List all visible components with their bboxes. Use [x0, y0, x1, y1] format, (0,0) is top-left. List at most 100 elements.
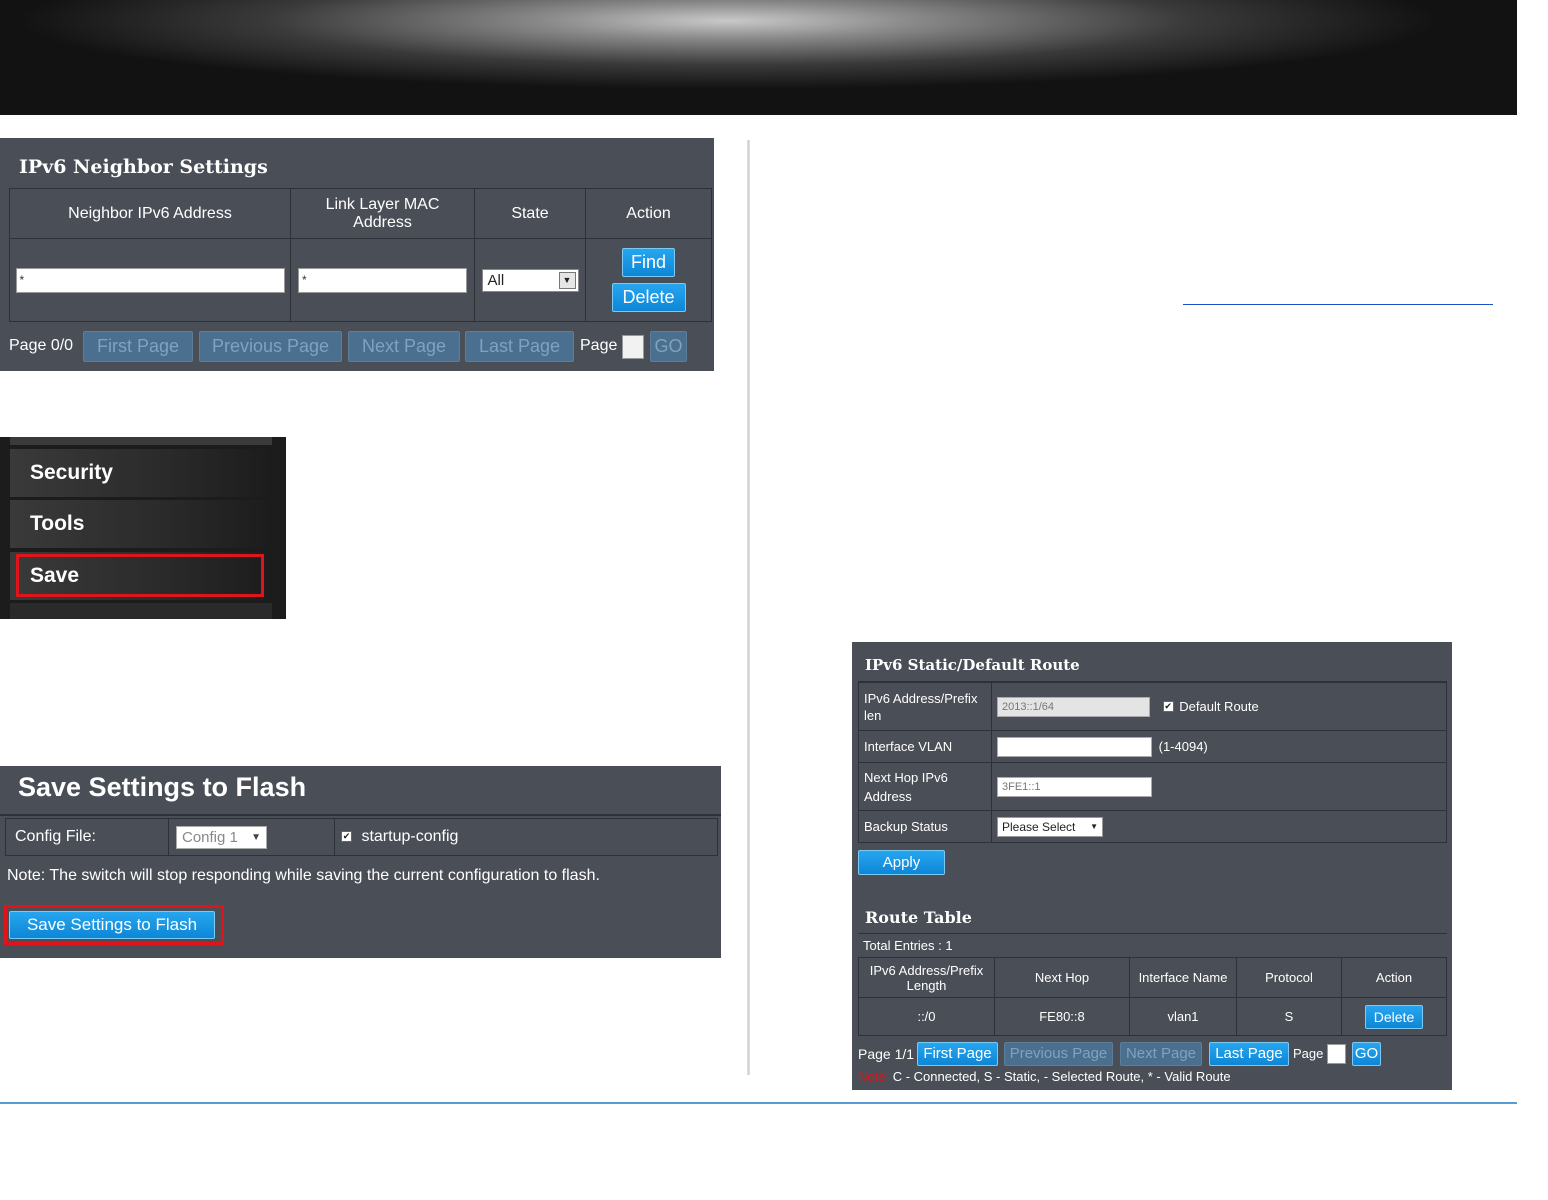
save-panel-title: Save Settings to Flash: [18, 772, 307, 802]
page-label: Page: [580, 337, 618, 354]
col-protocol: Protocol: [1236, 957, 1342, 998]
row-prefix: ::/0: [858, 997, 995, 1036]
config-file-label: Config File:: [5, 818, 169, 856]
vlan-cell: (1-4094): [991, 730, 1447, 763]
footer-rule: [0, 1102, 1517, 1104]
col-state: State: [474, 188, 586, 239]
page-number-input[interactable]: [622, 335, 644, 359]
cell-ipv6-input: *: [9, 238, 291, 322]
config-file-cell: Config 1 ▼: [168, 818, 335, 856]
total-entries: Total Entries : 1: [863, 938, 953, 953]
route-last-page-button[interactable]: Last Page: [1209, 1042, 1289, 1066]
startup-config-cell: ✔ startup-config: [334, 818, 718, 856]
row-delete-button[interactable]: Delete: [1365, 1004, 1423, 1029]
neighbor-panel-title: IPv6 Neighbor Settings: [19, 156, 268, 178]
route-form-table: IPv6 Address/Prefix len 2013::1/64 ✔ Def…: [858, 682, 1447, 843]
apply-button[interactable]: Apply: [858, 850, 945, 875]
page: IPv6 Neighbor Settings Neighbor IPv6 Add…: [0, 0, 1548, 1200]
save-note: Note: The switch will stop responding wh…: [7, 867, 600, 884]
note-text: C - Connected, S - Static, - Selected Ro…: [892, 1069, 1231, 1084]
save-settings-panel: Save Settings to Flash Config File: Conf…: [0, 766, 721, 958]
startup-config-label: startup-config: [361, 827, 459, 845]
save-button-highlight: [4, 905, 224, 945]
vlan-label: Interface VLAN: [858, 730, 992, 763]
backup-status-value: Please Select: [1002, 819, 1076, 834]
interface-vlan-input[interactable]: [997, 736, 1152, 757]
backup-status-label: Backup Status: [858, 810, 992, 843]
column-divider: [747, 140, 750, 1075]
last-page-button[interactable]: Last Page: [465, 331, 574, 362]
next-hop-input[interactable]: 3FE1::1: [997, 776, 1152, 797]
first-page-button[interactable]: First Page: [83, 331, 193, 362]
go-button[interactable]: GO: [650, 331, 687, 362]
default-route-label: Default Route: [1179, 699, 1259, 714]
route-next-page-button[interactable]: Next Page: [1120, 1042, 1202, 1066]
next-hop-cell: 3FE1::1: [991, 762, 1447, 811]
neighbor-table: Neighbor IPv6 Address Link Layer MAC Add…: [9, 188, 712, 322]
save-menu-highlight: [16, 554, 264, 597]
delete-button[interactable]: Delete: [611, 283, 686, 312]
route-table: IPv6 Address/Prefix Length Next Hop Inte…: [858, 957, 1447, 1036]
note-label: Note:: [858, 1069, 890, 1084]
config-file-value: Config 1: [182, 828, 238, 846]
route-page-label: Page: [1293, 1046, 1324, 1061]
cell-mac-input: *: [290, 238, 475, 322]
config-file-row: Config File: Config 1 ▼ ✔ startup-config: [5, 818, 718, 856]
previous-page-button[interactable]: Previous Page: [199, 331, 342, 362]
state-select-value: All: [487, 271, 505, 289]
col-action: Action: [585, 188, 712, 239]
col-action: Action: [1341, 957, 1447, 998]
chevron-down-icon: ▼: [1090, 821, 1098, 831]
route-table-divider: [858, 933, 1447, 934]
page-status: Page 0/0: [9, 337, 74, 354]
startup-config-checkbox[interactable]: ✔: [341, 831, 352, 843]
menu-bottom-strip: [10, 603, 272, 619]
side-menu: Security Tools Save: [0, 437, 286, 619]
ipv6-static-route-panel: IPv6 Static/Default Route IPv6 Address/P…: [852, 642, 1452, 1090]
route-page-status: Page 1/1: [858, 1046, 915, 1062]
table-row: ::/0 FE80::8 vlan1 S Delete: [858, 997, 1447, 1036]
prefix-label: IPv6 Address/Prefix len: [858, 682, 992, 731]
backup-status-cell: Please Select ▼: [991, 810, 1447, 843]
route-legend-note: Note: C - Connected, S - Static, - Selec…: [858, 1069, 1231, 1084]
cell-actions: Find Delete: [585, 238, 712, 322]
row-interface: vlan1: [1129, 997, 1237, 1036]
neighbor-pagination: Page 0/0 First Page Previous Page Next P…: [0, 331, 714, 363]
mac-address-input[interactable]: *: [298, 267, 467, 293]
row-protocol: S: [1236, 997, 1342, 1036]
col-interface-name: Interface Name: [1129, 957, 1237, 998]
dropdown-arrow-icon: ▼: [558, 271, 576, 289]
route-previous-page-button[interactable]: Previous Page: [1004, 1042, 1113, 1066]
route-first-page-button[interactable]: First Page: [917, 1042, 998, 1066]
default-route-checkbox[interactable]: ✔: [1162, 701, 1174, 712]
next-page-button[interactable]: Next Page: [348, 331, 460, 362]
menu-item-tools[interactable]: Tools: [10, 500, 272, 548]
col-link-layer-mac: Link Layer MAC Address: [290, 188, 475, 239]
find-button[interactable]: Find: [622, 248, 675, 277]
prefix-cell: 2013::1/64 ✔ Default Route: [991, 682, 1447, 731]
col-neighbor-ipv6-address: Neighbor IPv6 Address: [9, 188, 291, 239]
cell-state-select: All ▼: [474, 238, 586, 322]
vlan-range-hint: (1-4094): [1158, 739, 1208, 754]
route-go-button[interactable]: GO: [1352, 1042, 1381, 1066]
col-next-hop: Next Hop: [994, 957, 1130, 998]
header-banner: [0, 0, 1517, 115]
config-file-select[interactable]: Config 1 ▼: [176, 825, 267, 849]
route-pagination: Page 1/1 First Page Previous Page Next P…: [852, 1042, 1452, 1068]
prefix-input[interactable]: 2013::1/64: [997, 696, 1150, 717]
neighbor-ipv6-input[interactable]: *: [15, 267, 285, 293]
col-prefix-length: IPv6 Address/Prefix Length: [858, 957, 995, 998]
chevron-down-icon: ▼: [251, 831, 261, 843]
ipv6-neighbor-panel: IPv6 Neighbor Settings Neighbor IPv6 Add…: [0, 138, 714, 371]
row-next-hop: FE80::8: [994, 997, 1130, 1036]
route-table-title: Route Table: [865, 908, 972, 927]
state-select[interactable]: All ▼: [481, 268, 579, 292]
hyperlink-underline[interactable]: [1183, 304, 1493, 305]
save-title-divider: [0, 814, 721, 816]
menu-item-security[interactable]: Security: [10, 449, 272, 497]
route-page-number-input[interactable]: [1327, 1044, 1346, 1064]
row-action-cell: Delete: [1341, 997, 1447, 1036]
next-hop-label: Next Hop IPv6 Address: [858, 762, 992, 811]
route-panel-title: IPv6 Static/Default Route: [865, 656, 1080, 674]
backup-status-select[interactable]: Please Select ▼: [997, 816, 1103, 837]
